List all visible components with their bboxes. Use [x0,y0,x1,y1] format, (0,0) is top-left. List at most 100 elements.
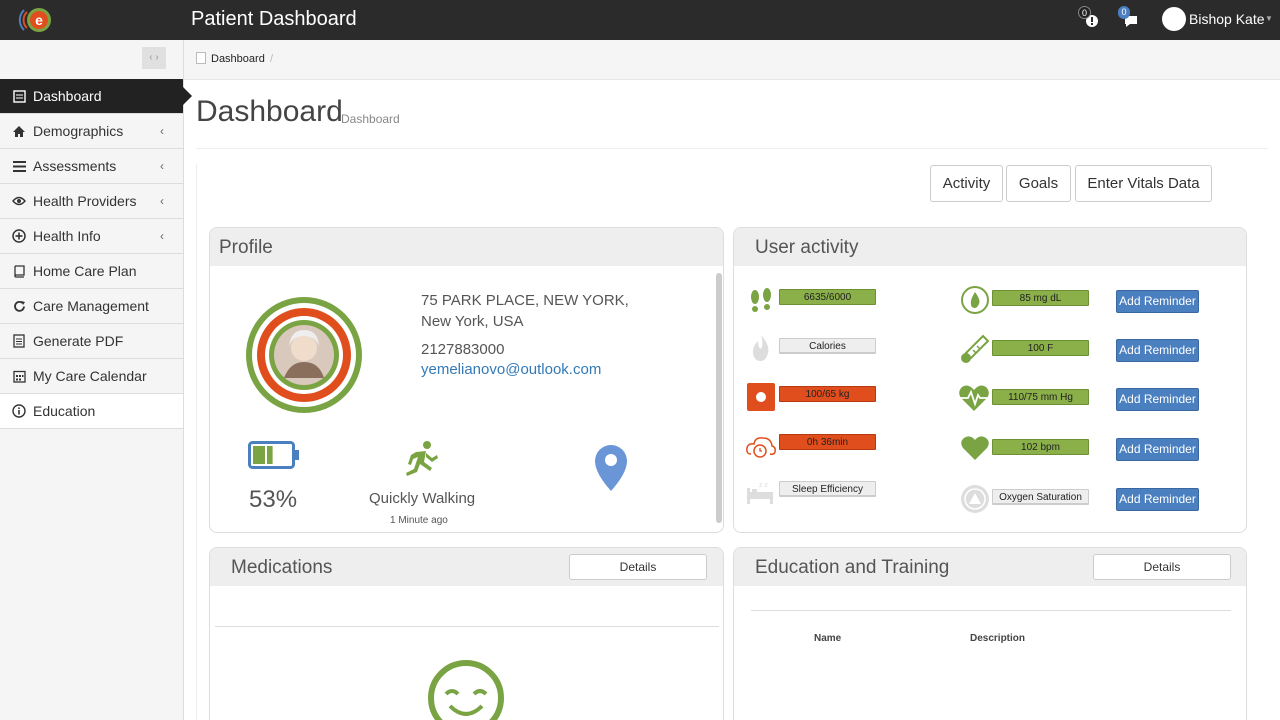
app-title: Patient Dashboard [191,8,357,30]
goals-button[interactable]: Goals [1006,165,1071,202]
sidebar-toggle-button[interactable]: ‹ › [142,47,166,69]
sidebar-item-label: Dashboard [33,88,102,104]
list-icon [11,160,27,172]
sidebar-item-my-care-calendar[interactable]: My Care Calendar [0,359,183,394]
activity-time: 1 Minute ago [390,515,448,526]
blood-pressure-bar: 110/75 mm Hg [992,389,1089,405]
sidebar-item-assessments[interactable]: Assessments ‹ [0,149,183,184]
page-icon [196,52,206,64]
messages-button[interactable]: 0 [1118,6,1144,34]
document-icon [11,334,27,348]
avatar[interactable] [243,294,365,416]
dashboard-icon [11,89,27,103]
sleep-duration-bar: 0h 36min [779,434,876,450]
education-panel: Education and Training Details Name Desc… [733,547,1247,720]
temperature-bar: 100 F [992,340,1089,356]
divider [196,164,197,720]
sidebar-item-health-info[interactable]: Health Info ‹ [0,219,183,254]
activity-button[interactable]: Activity [930,165,1003,202]
heart-rate-bar: 102 bpm [992,439,1089,455]
sidebar-item-label: Education [33,403,96,419]
breadcrumb: Dashboard / [184,40,1280,80]
enter-vitals-button[interactable]: Enter Vitals Data [1075,165,1212,202]
glucose-drop-icon [961,286,989,314]
heart-pulse-icon [959,385,989,411]
eye-icon [11,196,27,206]
home-icon [11,125,27,138]
phone-number: 2127883000 [421,341,505,358]
email-link[interactable]: yemelianovo@outlook.com [421,361,601,378]
oxygen-bar: Oxygen Saturation [992,489,1089,505]
running-icon [406,441,438,476]
education-header: Education and Training Details [734,548,1246,586]
footprints-icon [751,288,771,312]
medications-header: Medications Details [210,548,723,586]
thermometer-icon [961,334,990,363]
sidebar-item-label: Health Info [33,228,101,244]
page-subtitle: Dashboard [341,112,400,126]
weight-bar: 100/65 kg [779,386,876,402]
add-reminder-glucose-button[interactable]: Add Reminder [1116,290,1199,313]
medications-panel: Medications Details [209,547,724,720]
profile-panel-header: Profile [210,228,723,266]
sidebar-item-health-providers[interactable]: Health Providers ‹ [0,184,183,219]
refresh-icon [11,300,27,313]
sidebar-item-care-management[interactable]: Care Management [0,289,183,324]
activity-status-label: Quickly Walking [369,490,476,507]
sidebar-menu: Dashboard Demographics ‹ Assessments ‹ H… [0,79,192,429]
location-pin-icon[interactable] [593,443,629,493]
chevron-left-icon: ‹ [160,229,164,243]
page-title: Dashboard [196,95,343,128]
add-reminder-blood-pressure-button[interactable]: Add Reminder [1116,388,1199,411]
medications-details-button[interactable]: Details [569,554,707,580]
battery-icon [248,441,299,469]
heart-icon [961,436,989,460]
chevron-left-icon: ‹ [160,194,164,208]
address-line-2: New York, USA [421,313,524,330]
profile-title: Profile [219,237,273,258]
education-details-button[interactable]: Details [1093,554,1231,580]
svg-text:e: e [35,12,43,28]
add-reminder-heart-rate-button[interactable]: Add Reminder [1116,438,1199,461]
user-avatar[interactable] [1162,7,1186,31]
calories-bar: Calories [779,338,876,354]
sidebar-item-label: Assessments [33,158,117,174]
sidebar-item-education[interactable]: Education [0,394,183,429]
user-name[interactable]: Bishop Kate [1189,11,1265,27]
sleep-clock-icon [746,437,776,458]
table-header-description: Description [970,633,1026,644]
app-logo-icon[interactable]: e [18,2,54,38]
info-icon [11,404,27,418]
breadcrumb-separator: / [270,53,274,65]
divider [215,626,719,627]
battery-percent: 53% [249,486,298,513]
profile-panel: Profile 75 PARK PLACE, NEW YORK, New Yor… [209,227,724,533]
education-title: Education and Training [755,557,950,578]
sidebar-item-label: Demographics [33,123,124,139]
bed-icon: z z [747,482,773,504]
flame-icon [752,335,769,361]
breadcrumb-item-dashboard[interactable]: Dashboard [211,53,265,65]
glucose-bar: 85 mg dL [992,290,1089,306]
user-activity-panel: User activity z z 6635/6000 Calories 100… [733,227,1247,533]
sidebar-item-label: Care Management [33,298,149,314]
add-reminder-oxygen-button[interactable]: Add Reminder [1116,488,1199,511]
add-reminder-temperature-button[interactable]: Add Reminder [1116,339,1199,362]
alerts-button[interactable]: 0 [1078,6,1104,34]
plus-circle-icon [11,229,27,243]
divider [751,610,1231,611]
sidebar-item-home-care-plan[interactable]: Home Care Plan [0,254,183,289]
sidebar-item-label: Home Care Plan [33,263,137,279]
sidebar-item-demographics[interactable]: Demographics ‹ [0,114,183,149]
user-activity-header: User activity [734,228,1246,266]
chevron-left-icon: ‹ [160,124,164,138]
medications-title: Medications [231,557,333,578]
table-header-name: Name [814,633,842,644]
chevron-down-icon[interactable]: ▼ [1265,14,1273,23]
alerts-count-badge: 0 [1078,6,1092,19]
profile-scrollbar[interactable] [716,273,722,523]
svg-text:z z: z z [759,482,768,489]
sidebar-item-generate-pdf[interactable]: Generate PDF [0,324,183,359]
sidebar-item-dashboard[interactable]: Dashboard [0,79,192,114]
sidebar-item-label: My Care Calendar [33,368,147,384]
